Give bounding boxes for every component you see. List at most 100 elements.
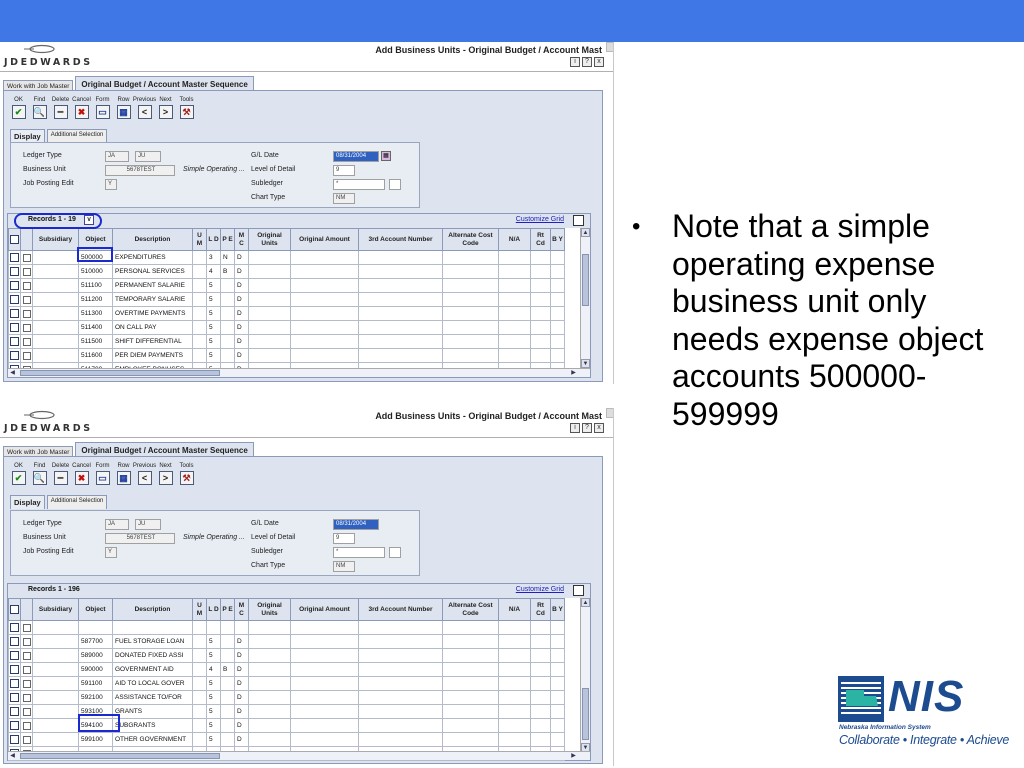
ld-cell[interactable]: 4 xyxy=(206,662,221,677)
original-units-cell[interactable] xyxy=(248,348,291,363)
row-checkbox-icon[interactable] xyxy=(22,267,31,276)
by-cell[interactable] xyxy=(550,648,565,663)
level-of-detail-field[interactable]: 9 xyxy=(333,165,355,176)
um-cell[interactable] xyxy=(192,278,207,293)
na-cell[interactable] xyxy=(498,348,531,363)
row-select[interactable] xyxy=(8,320,21,335)
row-checkbox[interactable] xyxy=(20,718,33,733)
original-units-cell[interactable] xyxy=(248,648,291,663)
rt-cd-cell[interactable] xyxy=(530,292,551,307)
third-account-cell[interactable] xyxy=(358,334,443,349)
column-header[interactable]: M C xyxy=(234,598,249,621)
row-checkbox[interactable] xyxy=(20,348,33,363)
original-amount-cell[interactable] xyxy=(290,250,359,265)
pe-cell[interactable]: N xyxy=(220,250,235,265)
ld-cell[interactable]: 5 xyxy=(206,732,221,747)
row-select-icon[interactable] xyxy=(10,267,19,276)
column-header[interactable]: P E xyxy=(220,228,235,251)
table-row[interactable]: 590000 GOVERNMENT AID 4 B D xyxy=(8,662,565,677)
subledger-type-field[interactable] xyxy=(389,547,401,558)
um-cell[interactable] xyxy=(192,320,207,335)
horizontal-scroll-thumb[interactable] xyxy=(20,753,220,759)
mc-cell[interactable]: D xyxy=(234,648,249,663)
ld-cell[interactable] xyxy=(206,620,221,635)
toolbar-form-button[interactable]: Form ▭ xyxy=(94,97,111,119)
description-cell[interactable]: PERMANENT SALARIE xyxy=(112,278,193,293)
scroll-thumb[interactable] xyxy=(582,688,589,740)
alt-cost-code-cell[interactable] xyxy=(442,634,499,649)
description-cell[interactable]: ON CALL PAY xyxy=(112,320,193,335)
toolbar-delete-button[interactable]: Delete ━ xyxy=(52,463,69,485)
toolbar-find-button[interactable]: Find 🔍 xyxy=(31,463,48,485)
toolbar-tools-button[interactable]: Tools ⚒ xyxy=(178,463,195,485)
toolbar-find-button[interactable]: Find 🔍 xyxy=(31,97,48,119)
column-header[interactable]: 3rd Account Number xyxy=(358,228,443,251)
rt-cd-cell[interactable] xyxy=(530,264,551,279)
row-select[interactable] xyxy=(8,250,21,265)
ld-cell[interactable]: 5 xyxy=(206,334,221,349)
pe-cell[interactable] xyxy=(220,704,235,719)
object-cell[interactable]: 511100 xyxy=(78,278,113,293)
description-cell[interactable] xyxy=(112,620,193,635)
subsidiary-cell[interactable] xyxy=(32,676,79,691)
object-cell[interactable]: 590000 xyxy=(78,662,113,677)
row-select-icon[interactable] xyxy=(10,234,19,244)
description-cell[interactable]: AID TO LOCAL GOVER xyxy=(112,676,193,691)
column-header[interactable]: B Y xyxy=(550,228,565,251)
row-select[interactable] xyxy=(8,278,21,293)
row-select-icon[interactable] xyxy=(10,665,19,674)
description-cell[interactable]: TEMPORARY SALARIE xyxy=(112,292,193,307)
pe-cell[interactable] xyxy=(220,648,235,663)
object-cell[interactable]: 510000 xyxy=(78,264,113,279)
cancel-icon[interactable]: ✖ xyxy=(74,105,89,119)
table-row[interactable]: 589000 DONATED FIXED ASSI 5 D xyxy=(8,648,565,663)
subledger-type-field[interactable] xyxy=(389,179,401,190)
tools-icon[interactable]: ⚒ xyxy=(179,471,194,485)
um-cell[interactable] xyxy=(192,732,207,747)
object-cell[interactable] xyxy=(78,620,113,635)
subsidiary-cell[interactable] xyxy=(32,704,79,719)
mc-cell[interactable]: D xyxy=(234,320,249,335)
subsidiary-cell[interactable] xyxy=(32,334,79,349)
alt-cost-code-cell[interactable] xyxy=(442,334,499,349)
job-posting-field[interactable]: Y xyxy=(105,179,117,190)
third-account-cell[interactable] xyxy=(358,732,443,747)
by-cell[interactable] xyxy=(550,306,565,321)
delete-icon[interactable]: ━ xyxy=(53,471,68,485)
mc-cell[interactable]: D xyxy=(234,662,249,677)
row-select[interactable] xyxy=(8,732,21,747)
row-select[interactable] xyxy=(8,718,21,733)
table-row[interactable]: 511200 TEMPORARY SALARIE 5 D xyxy=(8,292,565,307)
um-cell[interactable] xyxy=(192,620,207,635)
pe-cell[interactable] xyxy=(220,348,235,363)
table-row[interactable]: 511400 ON CALL PAY 5 D xyxy=(8,320,565,335)
ledger-type-field[interactable]: JA xyxy=(105,151,129,162)
column-header[interactable]: N/A xyxy=(498,598,531,621)
original-units-cell[interactable] xyxy=(248,292,291,307)
subsidiary-cell[interactable] xyxy=(32,278,79,293)
original-amount-cell[interactable] xyxy=(290,348,359,363)
row-select[interactable] xyxy=(8,620,21,635)
na-cell[interactable] xyxy=(498,634,531,649)
um-cell[interactable] xyxy=(192,264,207,279)
by-cell[interactable] xyxy=(550,662,565,677)
calendar-icon[interactable]: ▦ xyxy=(381,151,391,161)
grid-view-icon[interactable] xyxy=(573,215,584,226)
third-account-cell[interactable] xyxy=(358,690,443,705)
alt-cost-code-cell[interactable] xyxy=(442,292,499,307)
um-cell[interactable] xyxy=(192,292,207,307)
original-amount-cell[interactable] xyxy=(290,634,359,649)
mc-cell[interactable]: D xyxy=(234,334,249,349)
pe-cell[interactable] xyxy=(220,676,235,691)
gl-date-field[interactable]: 08/31/2004 xyxy=(333,151,379,162)
row-checkbox-icon[interactable] xyxy=(22,337,31,346)
original-amount-cell[interactable] xyxy=(290,264,359,279)
find-icon[interactable]: 🔍 xyxy=(32,105,47,119)
rt-cd-cell[interactable] xyxy=(530,334,551,349)
original-amount-cell[interactable] xyxy=(290,278,359,293)
mc-cell[interactable]: D xyxy=(234,348,249,363)
window-scrollbar-stub[interactable] xyxy=(606,42,613,52)
ld-cell[interactable]: 5 xyxy=(206,306,221,321)
original-units-cell[interactable] xyxy=(248,320,291,335)
toolbar-previous-button[interactable]: Previous < xyxy=(133,463,156,485)
